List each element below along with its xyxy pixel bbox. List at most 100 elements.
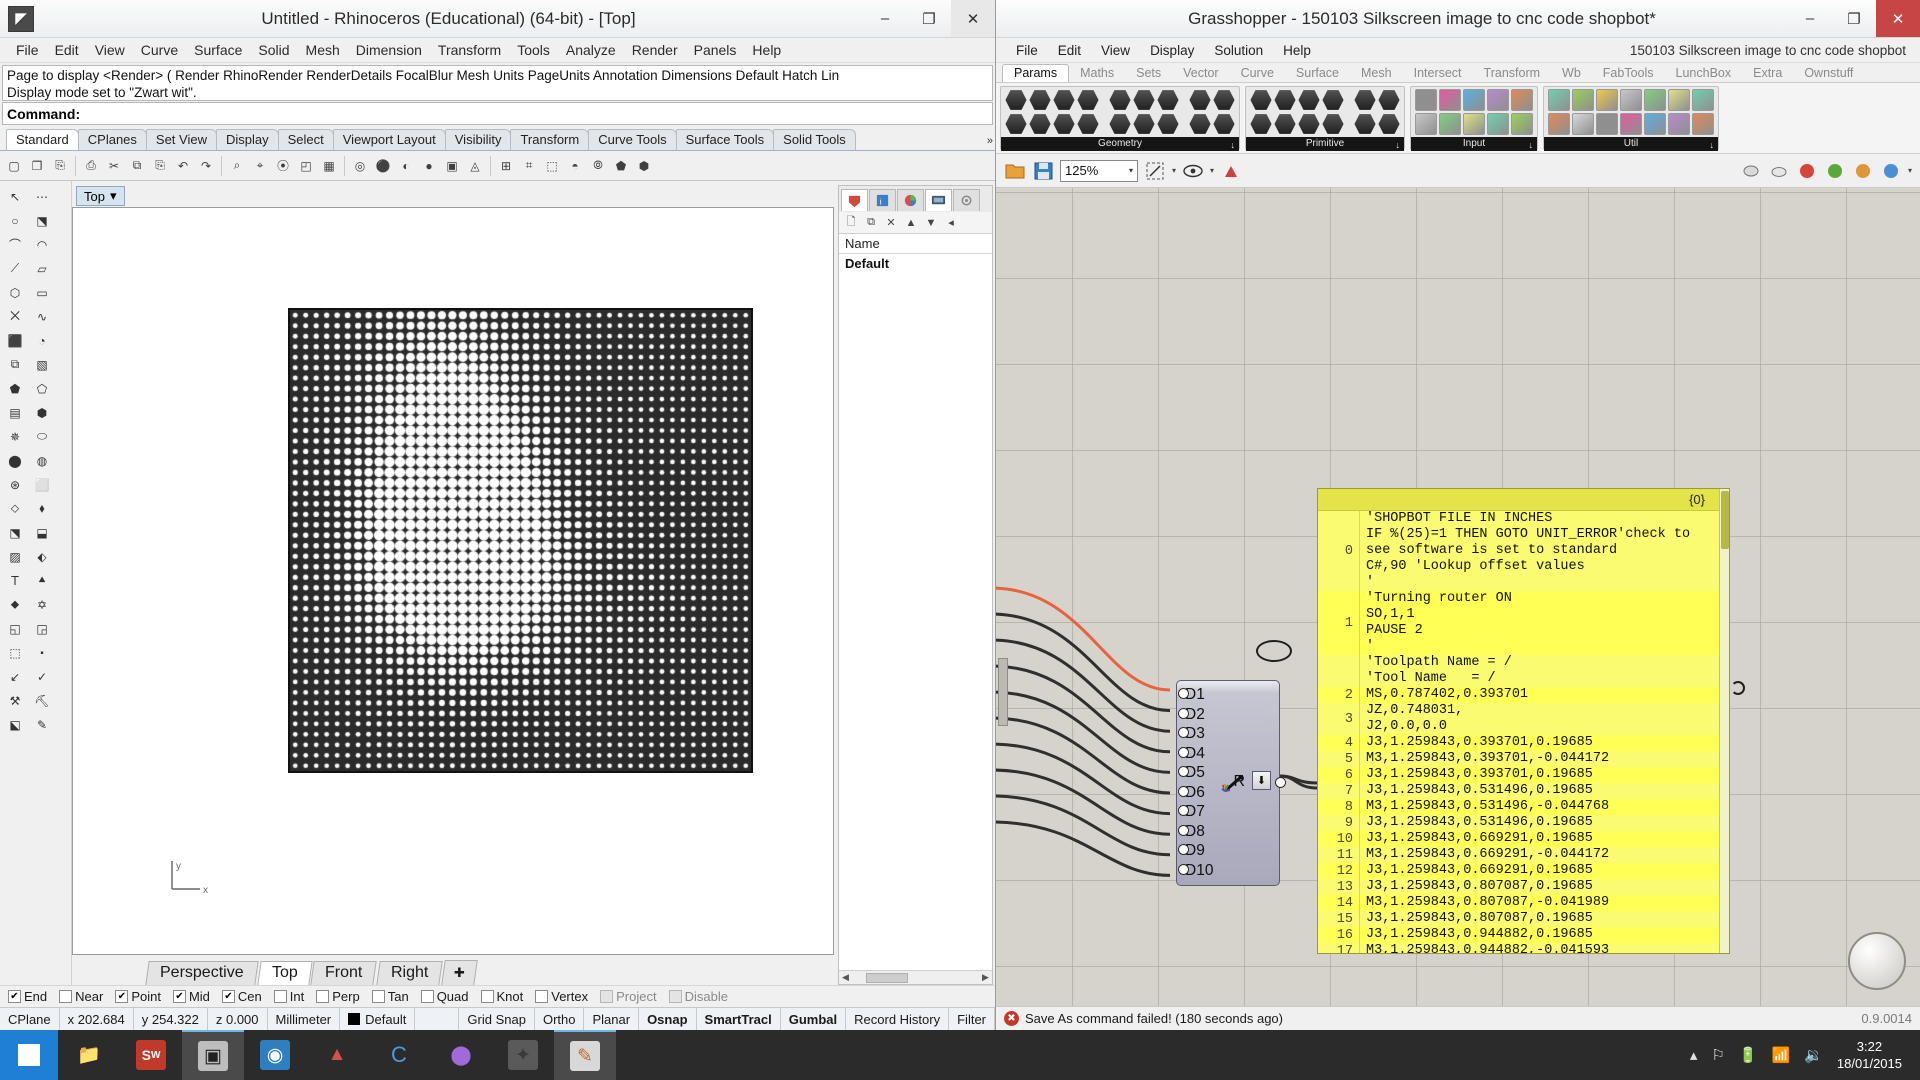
ribbon-icon-input-9[interactable] [1511,113,1533,135]
side-tool-36[interactable]: ◱ [2,617,28,640]
ribbon-group-expand-icon[interactable]: ↓ [1710,138,1715,152]
gh-ribbon-tab-extra[interactable]: Extra [1742,65,1793,82]
ribbon-group-expand-icon[interactable]: ↓ [1396,138,1401,152]
toolbar-icon-15[interactable]: ⚫ [372,155,394,177]
side-tool-26[interactable]: ⬦ [2,497,28,520]
taskbar-app-rhino[interactable]: ▣ [182,1030,244,1080]
osnap-checkbox[interactable] [480,990,494,1003]
osnap-checkbox[interactable] [600,990,614,1003]
side-tool-18[interactable]: ▤ [2,401,28,424]
ribbon-icon-util-1[interactable] [1548,113,1570,135]
menu-item-analyze[interactable]: Analyze [558,42,624,58]
status-units[interactable]: Millimeter [268,1008,341,1030]
toolbar-icon-25[interactable]: ⬟ [610,155,632,177]
delete-layer-icon[interactable]: ✕ [882,214,900,232]
taskbar-app-browser[interactable]: ◉ [244,1030,306,1080]
ribbon-icon-primitive-8[interactable] [1354,90,1376,110]
gh-ribbon-tab-mesh[interactable]: Mesh [1350,65,1403,82]
toolbar-icon-4[interactable]: ✂ [103,155,125,177]
gh-menu-item-view[interactable]: View [1091,43,1140,58]
gh-ribbon-tab-transform[interactable]: Transform [1473,65,1552,82]
toolbar-icon-0[interactable]: ▢ [3,155,25,177]
list-item[interactable]: Default [839,254,992,273]
paint-icon[interactable] [1220,160,1242,182]
taskbar-app-inkscape[interactable]: ✦ [492,1030,554,1080]
menu-item-view[interactable]: View [87,42,133,58]
gh-ribbon-tab-intersect[interactable]: Intersect [1403,65,1473,82]
component-input-nub-D4[interactable] [1178,746,1189,758]
menu-item-tools[interactable]: Tools [509,42,558,58]
taskbar-app-solidworks[interactable]: SW [120,1030,182,1080]
side-tool-14[interactable]: ⧉ [2,353,28,376]
gh-upstream-component[interactable] [1256,640,1292,662]
start-button[interactable] [0,1030,58,1080]
gh-ribbon-tab-surface[interactable]: Surface [1285,65,1350,82]
toolbar-icon-9[interactable]: ⌕ [226,155,248,177]
side-tool-9[interactable]: ▭ [29,281,55,304]
ribbon-group-expand-icon[interactable]: ↓ [1231,138,1236,152]
add-viewport-button[interactable]: ✚ [441,960,478,985]
toolbar-tab-select[interactable]: Select [277,129,334,150]
side-tool-15[interactable]: ▧ [29,353,55,376]
ribbon-icon-input-2[interactable] [1439,89,1461,111]
side-tool-30[interactable]: ▨ [2,545,28,568]
side-tool-40[interactable]: ↙ [2,665,28,688]
menu-item-edit[interactable]: Edit [47,42,87,58]
network-icon[interactable]: 📶 [1772,1046,1791,1064]
panel-tab-display[interactable] [925,189,952,211]
gh-ribbon-tab-curve[interactable]: Curve [1230,65,1285,82]
rhino-close-button[interactable]: ✕ [951,0,995,37]
toolbar-icon-8[interactable]: ↷ [195,155,217,177]
scroll-left-icon[interactable]: ◀ [839,972,852,983]
gh-close-button[interactable]: ✕ [1876,0,1920,37]
move-down-icon[interactable]: ▼ [922,214,940,232]
rhino-viewport-canvas[interactable]: y x [72,207,834,955]
osnap-checkbox[interactable] [371,990,385,1003]
side-tool-37[interactable]: ◲ [29,617,55,640]
gh-canvas[interactable]: R ⬇ D1 D2 D3 D4 D5 D6 D7 D8 D9 D10 {0} 0 'SHOPBOT … [996,188,1920,1006]
component-input-nub-D6[interactable] [1178,785,1189,797]
ribbon-icon-util-0[interactable] [1548,89,1570,111]
osnap-project[interactable]: Project [600,989,657,1004]
ribbon-icon-util-8[interactable] [1644,89,1666,111]
component-input-nub-D2[interactable] [1178,707,1189,719]
gh-maximize-button[interactable]: ❐ [1832,0,1876,37]
toolbar-icon-11[interactable]: ⦿ [272,155,294,177]
gh-menu-item-edit[interactable]: Edit [1048,43,1091,58]
osnap-checkbox[interactable]: ✔ [221,990,235,1003]
toolbar-tab-viewport-layout[interactable]: Viewport Layout [332,129,446,150]
ribbon-icon-geometry-4[interactable] [1053,90,1075,110]
osnap-checkbox[interactable] [59,990,73,1003]
status-toggle-record-history[interactable]: Record History [846,1008,950,1030]
gh-ribbon-tab-lunchbox[interactable]: LunchBox [1665,65,1743,82]
osnap-knot[interactable]: Knot [480,989,523,1004]
panel-tab-settings[interactable] [953,189,980,211]
toolbar-icon-13[interactable]: ▦ [318,155,340,177]
toolbar-tab-curve-tools[interactable]: Curve Tools [588,129,677,150]
scroll-right-icon[interactable]: ▶ [979,972,992,983]
side-tool-2[interactable]: ○ [2,209,28,232]
ribbon-icon-input-4[interactable] [1463,89,1485,111]
osnap-int[interactable]: Int [273,989,304,1004]
menu-item-file[interactable]: File [8,42,47,58]
gh-minimize-button[interactable]: – [1788,0,1832,37]
side-tool-20[interactable]: ✵ [2,425,28,448]
osnap-checkbox[interactable] [316,990,330,1003]
gh-navigation-compass[interactable] [1848,932,1906,990]
ribbon-icon-primitive-2[interactable] [1274,90,1296,110]
osnap-near[interactable]: Near [59,989,103,1004]
gh-downstream-nub[interactable] [1731,681,1745,695]
ribbon-icon-util-12[interactable] [1692,89,1714,111]
move-up-icon[interactable]: ▲ [902,214,920,232]
side-tool-23[interactable]: ◍ [29,449,55,472]
toolbar-icon-17[interactable]: ● [418,155,440,177]
menu-item-mesh[interactable]: Mesh [298,42,348,58]
green-sphere-icon[interactable] [1824,160,1846,182]
osnap-checkbox[interactable]: ✔ [115,990,129,1003]
ribbon-icon-geometry-16[interactable] [1213,90,1235,110]
menu-item-render[interactable]: Render [624,42,686,58]
zoom-level-dropdown[interactable]: 125% ▾ [1060,159,1138,182]
toolbar-icon-5[interactable]: ⧉ [126,155,148,177]
toolbar-icon-20[interactable]: ⊞ [495,155,517,177]
ribbon-icon-util-2[interactable] [1572,89,1594,111]
